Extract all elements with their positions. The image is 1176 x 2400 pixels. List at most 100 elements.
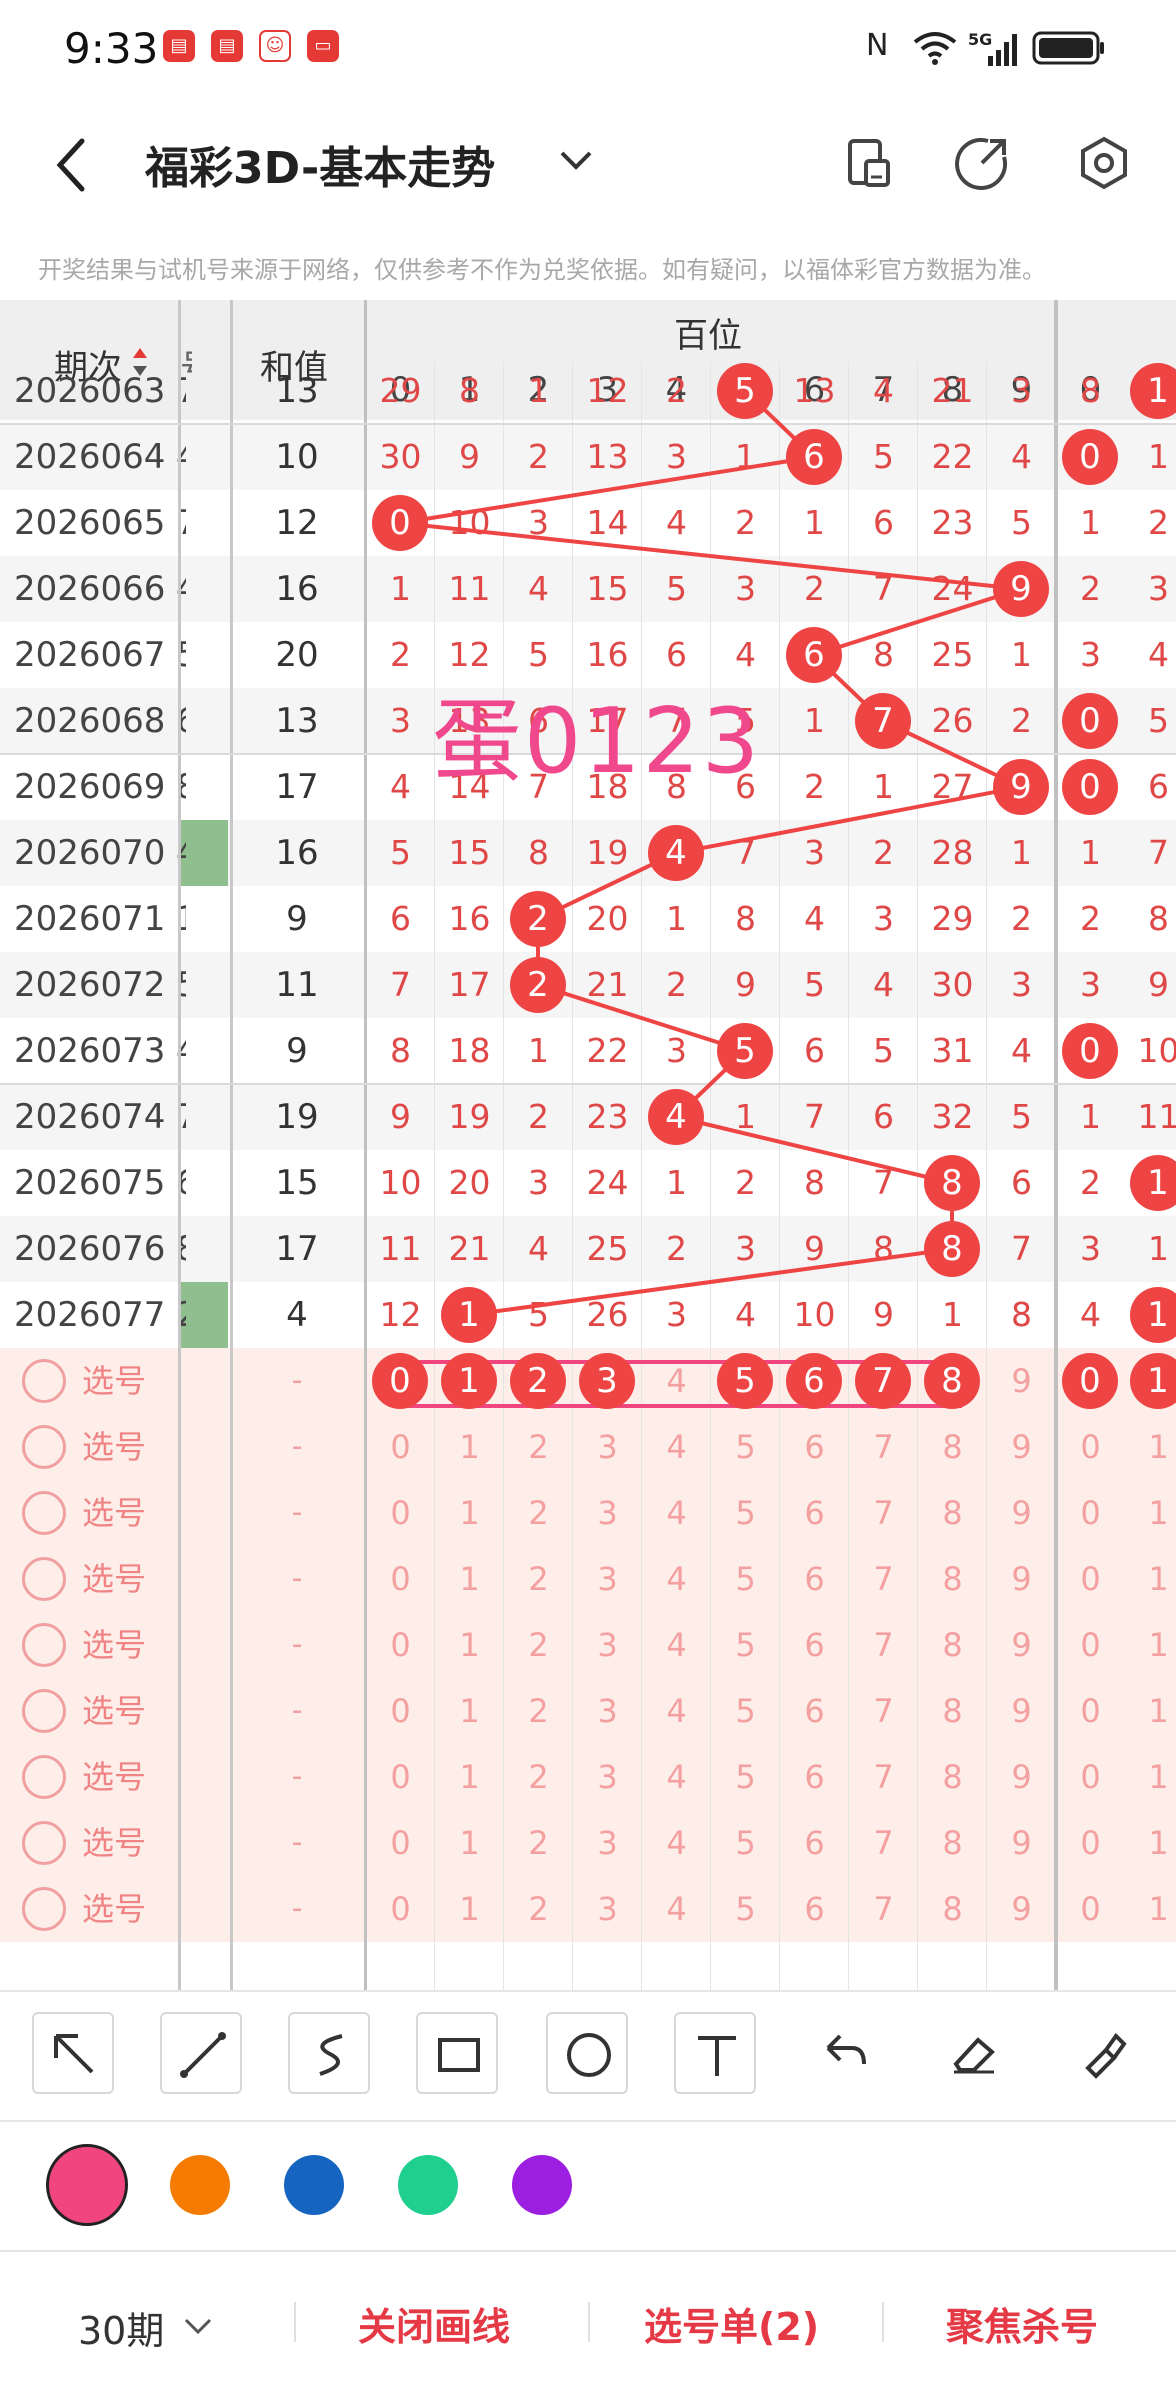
pick-digit[interactable]: 5 (711, 1546, 780, 1612)
pick-digit[interactable]: 3 (573, 1612, 642, 1678)
selected-digit-ball[interactable]: 6 (786, 1353, 842, 1409)
pick-label[interactable]: 选号 (82, 1546, 146, 1612)
issue-number[interactable]: 2026063 (14, 358, 165, 424)
pick-digit[interactable]: 3 (573, 1876, 642, 1942)
pick-digit[interactable]: 7 (849, 1414, 918, 1480)
issue-number[interactable]: 2026070 (14, 820, 165, 886)
pick-digit[interactable]: 1 (435, 1876, 504, 1942)
pick-digit[interactable]: 5 (711, 1612, 780, 1678)
pick-digit[interactable]: 8 (918, 1744, 987, 1810)
issue-number[interactable]: 2026076 (14, 1216, 165, 1282)
pick-digit[interactable]: 4 (642, 1810, 711, 1876)
pick-digit[interactable]: 2 (504, 1744, 573, 1810)
pick-digit[interactable]: 0 (1056, 1810, 1125, 1876)
pick-digit[interactable]: 3 (573, 1810, 642, 1876)
pick-digit[interactable]: 4 (642, 1876, 711, 1942)
pick-radio-button[interactable] (22, 1887, 66, 1931)
selected-digit-ball[interactable]: 5 (717, 1353, 773, 1409)
pick-digit[interactable]: 7 (849, 1810, 918, 1876)
pick-digit[interactable]: 1 (1124, 1480, 1176, 1546)
pick-digit[interactable]: 4 (642, 1678, 711, 1744)
page-title[interactable]: 福彩3D-基本走势 (145, 132, 495, 196)
pick-digit[interactable]: 3 (573, 1414, 642, 1480)
pick-digit[interactable]: 7 (849, 1678, 918, 1744)
curve-tool-button[interactable] (288, 2012, 370, 2094)
pick-digit[interactable]: 7 (849, 1546, 918, 1612)
pick-radio-button[interactable] (22, 1689, 66, 1733)
text-tool-button[interactable] (674, 2012, 756, 2094)
pick-radio-button[interactable] (22, 1821, 66, 1865)
issue-number[interactable]: 2026064 (14, 424, 165, 490)
pick-digit[interactable]: 9 (987, 1480, 1056, 1546)
settings-icon[interactable] (1074, 133, 1134, 193)
pick-digit[interactable]: 6 (780, 1810, 849, 1876)
pick-digit[interactable]: 6 (780, 1480, 849, 1546)
pick-digit[interactable]: 5 (711, 1678, 780, 1744)
selected-digit-ball[interactable]: 3 (579, 1353, 635, 1409)
issue-number[interactable]: 2026075 (14, 1150, 165, 1216)
line-tool-button[interactable] (160, 2012, 242, 2094)
close-lines-button[interactable]: 关闭画线 (358, 2296, 510, 2351)
pick-digit[interactable]: 7 (849, 1480, 918, 1546)
pick-digit[interactable]: 1 (435, 1546, 504, 1612)
pick-digit[interactable]: 2 (504, 1810, 573, 1876)
pick-digit[interactable]: 2 (504, 1876, 573, 1942)
pick-digit[interactable]: 1 (435, 1810, 504, 1876)
pick-label[interactable]: 选号 (82, 1480, 146, 1546)
pick-digit[interactable]: 8 (918, 1810, 987, 1876)
pick-digit[interactable]: 8 (918, 1876, 987, 1942)
pick-digit[interactable]: 1 (435, 1414, 504, 1480)
pick-digit[interactable]: 4 (642, 1480, 711, 1546)
arrow-tool-button[interactable] (32, 2012, 114, 2094)
pick-digit[interactable]: 2 (504, 1414, 573, 1480)
pick-digit[interactable]: 0 (1056, 1480, 1125, 1546)
share-icon[interactable] (952, 133, 1012, 193)
pick-digit[interactable]: 1 (1124, 1678, 1176, 1744)
selected-digit-ball[interactable]: 1 (441, 1353, 497, 1409)
pick-digit[interactable]: 0 (1056, 1414, 1125, 1480)
issue-number[interactable]: 2026074 (14, 1084, 165, 1150)
pick-digit[interactable]: 4 (642, 1546, 711, 1612)
pick-digit[interactable]: 6 (780, 1414, 849, 1480)
pick-digit[interactable]: 9 (987, 1810, 1056, 1876)
pick-digit[interactable]: 7 (849, 1612, 918, 1678)
pick-digit[interactable]: 3 (573, 1546, 642, 1612)
pick-digit[interactable]: 9 (987, 1612, 1056, 1678)
pick-digit[interactable]: 4 (642, 1414, 711, 1480)
issue-number[interactable]: 2026072 (14, 952, 165, 1018)
pick-digit[interactable]: 8 (918, 1546, 987, 1612)
pick-digit[interactable]: 3 (573, 1744, 642, 1810)
color-swatch-green[interactable] (398, 2155, 458, 2215)
pick-digit[interactable]: 6 (780, 1546, 849, 1612)
pick-digit[interactable]: 1 (1124, 1744, 1176, 1810)
pick-digit[interactable]: 8 (918, 1678, 987, 1744)
pick-digit[interactable]: 1 (435, 1678, 504, 1744)
pick-label[interactable]: 选号 (82, 1678, 146, 1744)
pick-digit[interactable]: 0 (1056, 1546, 1125, 1612)
pick-digit[interactable]: 3 (573, 1480, 642, 1546)
issue-number[interactable]: 2026073 (14, 1018, 165, 1084)
pick-radio-button[interactable] (22, 1359, 66, 1403)
color-swatch-blue[interactable] (284, 2155, 344, 2215)
issue-number[interactable]: 2026066 (14, 556, 165, 622)
color-swatch-orange[interactable] (170, 2155, 230, 2215)
pick-radio-button[interactable] (22, 1491, 66, 1535)
pick-digit[interactable]: 0 (366, 1744, 435, 1810)
pick-digit[interactable]: 0 (366, 1414, 435, 1480)
pick-label[interactable]: 选号 (82, 1810, 146, 1876)
pick-radio-button[interactable] (22, 1755, 66, 1799)
issue-number[interactable]: 2026077 (14, 1282, 165, 1348)
screen-split-icon[interactable] (838, 133, 898, 193)
selected-digit-ball[interactable]: 8 (924, 1353, 980, 1409)
issue-number[interactable]: 2026069 (14, 754, 165, 820)
pick-digit[interactable]: 9 (987, 1876, 1056, 1942)
period-selector[interactable]: 30期 (78, 2300, 164, 2355)
pick-digit[interactable]: 3 (573, 1678, 642, 1744)
pick-digit[interactable]: 0 (366, 1546, 435, 1612)
pick-label[interactable]: 选号 (82, 1348, 146, 1414)
pick-digit[interactable]: 7 (849, 1744, 918, 1810)
pick-digit[interactable]: 9 (987, 1546, 1056, 1612)
pick-digit[interactable]: 7 (849, 1876, 918, 1942)
pick-digit[interactable]: 9 (987, 1678, 1056, 1744)
pick-digit[interactable]: 2 (504, 1612, 573, 1678)
